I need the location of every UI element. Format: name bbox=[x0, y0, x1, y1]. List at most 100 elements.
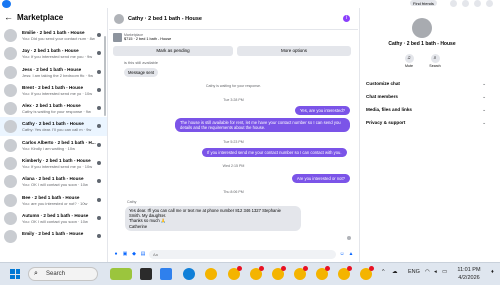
menu-icon[interactable] bbox=[450, 0, 457, 7]
chevron-down-icon: ⌄ bbox=[482, 107, 486, 112]
microphone-icon[interactable]: ● bbox=[113, 251, 119, 257]
volume-icon[interactable]: ◂ bbox=[434, 269, 437, 275]
conversation-item[interactable]: Kimberly · 2 bed 1 bath - House You: If y… bbox=[0, 154, 107, 172]
start-button[interactable] bbox=[10, 269, 20, 279]
avatar bbox=[4, 47, 17, 61]
sticker-icon[interactable]: ◆ bbox=[131, 251, 137, 257]
contact-avatar[interactable] bbox=[412, 18, 432, 38]
conversation-preview: You: If you interested send me you · 9w bbox=[22, 54, 93, 60]
system-clock[interactable]: 11:01 PM 4/2/2026 bbox=[450, 266, 488, 282]
clock-date: 4/2/2026 bbox=[458, 275, 480, 281]
conversation-item[interactable]: Cathy · 2 bed 1 bath - House Cathy: Yes d… bbox=[0, 117, 107, 136]
conversation-name: Bee · 2 bed 1 bath - House bbox=[22, 194, 80, 200]
chrome-profile-icon[interactable] bbox=[250, 266, 264, 280]
conversation-item[interactable]: Alex · 2 bed 1 bath - House Cathy is wait… bbox=[0, 99, 107, 117]
read-avatar-icon bbox=[97, 234, 101, 239]
listing-info[interactable]: $715 · 2 bed 1 bath - House bbox=[124, 37, 171, 41]
read-avatar-icon bbox=[97, 197, 101, 202]
cloud-icon[interactable]: ☁ bbox=[392, 269, 398, 275]
chevron-down-icon: ⌄ bbox=[482, 81, 486, 86]
conversation-item[interactable]: Emilie · 2 bed 1 bath - House You: Did yo… bbox=[0, 26, 107, 44]
avatar bbox=[4, 175, 17, 189]
profile-avatar[interactable] bbox=[486, 0, 493, 7]
chat-panel: Cathy · 2 bed 1 bath - House i Marketpla… bbox=[109, 8, 358, 262]
find-friends-button[interactable]: Find friends bbox=[410, 0, 437, 6]
conversation-item[interactable]: Carlos Alberto · 2 bed 1 bath · H... You:… bbox=[0, 136, 107, 154]
search-action[interactable]: ⌕ Search bbox=[426, 54, 444, 68]
conversation-preview: You: Kindly i am waiting · 10w bbox=[22, 145, 75, 151]
edge-icon[interactable] bbox=[183, 268, 195, 280]
tray-chevron-icon[interactable]: ^ bbox=[382, 269, 385, 275]
conversation-item[interactable]: Alana · 2 bed 1 bath - House You: OK I wi… bbox=[0, 172, 107, 190]
search-label: Search bbox=[429, 64, 441, 68]
wifi-icon[interactable]: ◠ bbox=[425, 269, 430, 275]
privacy-support-row[interactable]: Privacy & support ⌄ bbox=[366, 120, 486, 126]
conversation-item[interactable]: Emily · 2 bed 1 bath - House bbox=[0, 227, 107, 245]
browser-top-strip: Find friends bbox=[0, 0, 500, 8]
chrome-profile-icon[interactable] bbox=[294, 266, 308, 280]
chrome-profile-icon[interactable] bbox=[228, 266, 242, 280]
conversation-preview: Cathy is waiting for your response · 9w bbox=[22, 109, 91, 115]
conversation-item[interactable]: Autumn · 2 bed 1 bath - House You: OK I w… bbox=[0, 209, 107, 227]
listing-thumbnail[interactable] bbox=[113, 33, 122, 42]
conversation-preview: You: are you interested or not? · 10w bbox=[22, 200, 88, 206]
mark-as-pending-button[interactable]: Mark as pending bbox=[113, 46, 233, 56]
chat-members-row[interactable]: Chat members ⌄ bbox=[366, 94, 486, 100]
more-options-button[interactable]: More options bbox=[237, 46, 351, 56]
conversation-name: Jess · 2 bed 1 bath - House bbox=[22, 66, 82, 72]
facebook-logo-icon[interactable] bbox=[2, 0, 11, 8]
timestamp: Tue 3:28 PM bbox=[223, 98, 244, 102]
conversation-item[interactable]: Brent · 2 bed 1 bath - House You: If you … bbox=[0, 81, 107, 99]
mute-action[interactable]: ♫ Mute bbox=[400, 54, 418, 68]
message-input[interactable] bbox=[149, 249, 336, 259]
photo-icon[interactable]: ▣ bbox=[122, 251, 128, 257]
contact-name: Cathy · 2 bed 1 bath - House bbox=[388, 41, 456, 47]
chevron-down-icon: ⌄ bbox=[482, 120, 486, 125]
read-avatar-icon bbox=[97, 87, 101, 92]
messenger-icon[interactable] bbox=[462, 0, 469, 7]
conversation-preview: Jess: I am taking the 2 bedroom ffo · 9w bbox=[22, 72, 94, 78]
conversation-item[interactable]: Jay · 2 bed 1 bath - House You: If you in… bbox=[0, 44, 107, 62]
widgets-icon[interactable] bbox=[110, 268, 132, 280]
sidebar-title: Marketplace bbox=[17, 12, 64, 22]
media-files-row[interactable]: Media, files and links ⌄ bbox=[366, 107, 486, 113]
chrome-profile-icon[interactable] bbox=[272, 266, 286, 280]
copilot-icon[interactable] bbox=[160, 268, 172, 280]
chat-title[interactable]: Cathy · 2 bed 1 bath - House bbox=[128, 16, 202, 22]
conversation-item[interactable]: Jess · 2 bed 1 bath - House Jess: I am ta… bbox=[0, 63, 107, 81]
gif-icon[interactable]: ▤ bbox=[140, 251, 146, 257]
info-icon[interactable]: i bbox=[343, 15, 350, 22]
back-arrow-icon[interactable]: ← bbox=[4, 12, 13, 22]
customize-chat-row[interactable]: Customize chat ⌄ bbox=[366, 81, 486, 87]
like-icon[interactable]: ▲ bbox=[348, 251, 354, 257]
conversation-name: Carlos Alberto · 2 bed 1 bath · H... bbox=[22, 139, 96, 145]
notification-bell-icon[interactable]: ♦ bbox=[491, 269, 494, 275]
outgoing-message: The house is still available for rent, l… bbox=[175, 118, 350, 133]
sidebar-scrollbar[interactable] bbox=[104, 36, 106, 116]
conversation-name: Jay · 2 bed 1 bath - House bbox=[22, 48, 79, 54]
chrome-profile-icon[interactable] bbox=[316, 266, 330, 280]
task-view-icon[interactable] bbox=[140, 268, 152, 280]
conversation-preview: You: OK I will contact you soon · 10w bbox=[22, 218, 88, 224]
language-indicator[interactable]: ENG bbox=[408, 269, 420, 275]
chrome-icon[interactable] bbox=[205, 268, 217, 280]
message-snippet: is this still available bbox=[124, 60, 159, 65]
battery-icon[interactable]: ▭ bbox=[442, 269, 447, 275]
chrome-profile-icon[interactable] bbox=[360, 266, 374, 280]
composer-bar: ● ▣ ◆ ▤ ☺ ▲ bbox=[109, 246, 358, 262]
conversation-info-panel: Cathy · 2 bed 1 bath - House ♫ Mute ⌕ Se… bbox=[359, 8, 500, 262]
timestamp: Thu 8:06 PM bbox=[223, 190, 244, 194]
conversation-name: Alana · 2 bed 1 bath - House bbox=[22, 176, 84, 182]
chrome-profile-icon[interactable] bbox=[338, 266, 352, 280]
conversation-item[interactable]: Bee · 2 bed 1 bath - House You: are you i… bbox=[0, 191, 107, 209]
conversation-preview: Cathy: Yes dear. I'll you can call m · 9… bbox=[22, 127, 92, 133]
notifications-icon[interactable] bbox=[474, 0, 481, 7]
incoming-message: Yes dear. I'll you can call me or text m… bbox=[125, 206, 301, 231]
avatar bbox=[4, 83, 17, 97]
chat-avatar[interactable] bbox=[114, 13, 124, 24]
emoji-icon[interactable]: ☺ bbox=[339, 251, 345, 257]
chevron-down-icon: ⌄ bbox=[482, 94, 486, 99]
outgoing-message: Are you interested or not? bbox=[291, 174, 350, 184]
taskbar-search[interactable]: ⌕ Search bbox=[28, 267, 98, 281]
taskbar-search-label: Search bbox=[46, 271, 66, 277]
